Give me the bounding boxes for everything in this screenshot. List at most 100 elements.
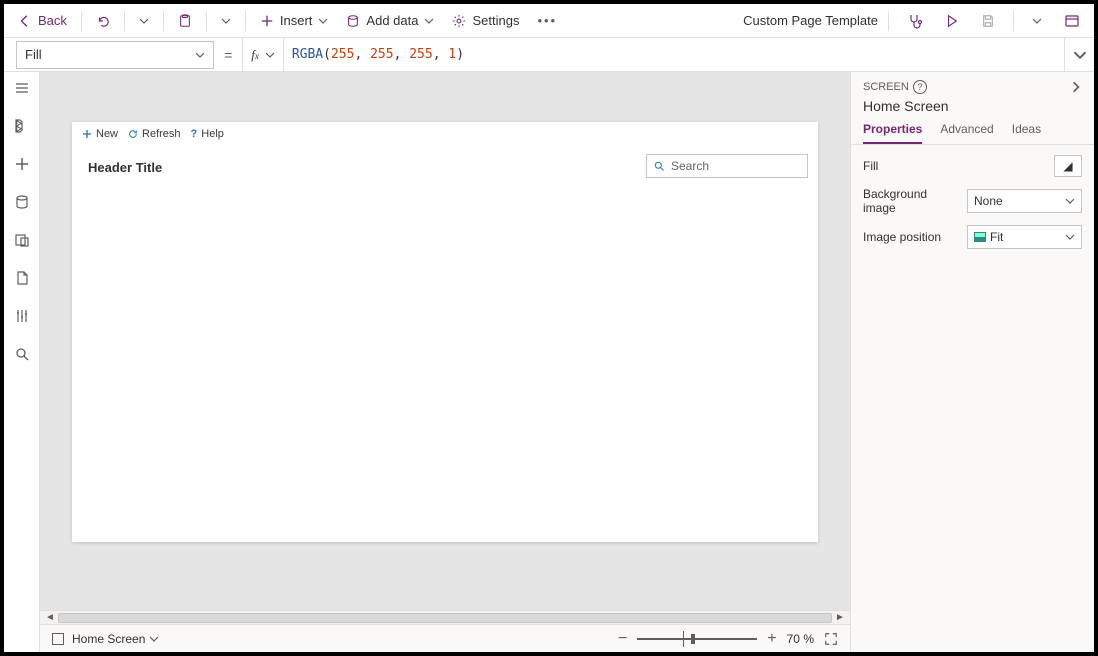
horizontal-scrollbar[interactable]: ◄ ► [40, 610, 850, 624]
fit-to-window-button[interactable] [824, 632, 838, 646]
screen-selector[interactable]: Home Screen [72, 632, 159, 646]
separator [163, 11, 164, 31]
zoom-out-button[interactable]: − [618, 630, 627, 648]
clipboard-icon [178, 14, 192, 28]
ellipsis-icon: ••• [537, 13, 557, 28]
insert-button[interactable]: Insert [252, 7, 337, 35]
fx-button[interactable]: fx [242, 38, 283, 71]
pane-tabs: Properties Advanced Ideas [851, 114, 1094, 145]
variables-rail-icon[interactable] [14, 270, 30, 286]
image-position-label: Image position [863, 230, 959, 244]
save-button[interactable] [973, 7, 1003, 35]
chevron-down-icon [265, 50, 275, 60]
gear-icon [452, 14, 466, 28]
settings-button[interactable]: Settings [444, 7, 527, 35]
collapse-pane-button[interactable] [1070, 81, 1082, 93]
back-label: Back [38, 13, 67, 28]
canvas-command-bar: New Refresh ? Help [82, 128, 224, 140]
insert-rail-icon[interactable] [14, 156, 30, 172]
insert-label: Insert [280, 13, 313, 28]
canvas-refresh-button[interactable]: Refresh [128, 128, 181, 140]
paint-icon: ◢ [1063, 159, 1072, 173]
more-button[interactable]: ••• [529, 7, 565, 35]
paste-button[interactable] [170, 7, 200, 35]
chevron-down-icon [1032, 16, 1042, 26]
bg-image-label: Background image [863, 187, 959, 215]
add-data-button[interactable]: Add data [338, 7, 442, 35]
left-tool-rail [4, 72, 40, 652]
scroll-left-arrow[interactable]: ◄ [44, 612, 56, 623]
status-bar: Home Screen − + 70 % [40, 624, 850, 652]
plus-icon [82, 129, 92, 139]
zoom-slider-thumb[interactable] [691, 634, 695, 644]
chevron-down-icon [195, 50, 205, 60]
settings-label: Settings [472, 13, 519, 28]
chevron-down-icon [1065, 196, 1075, 206]
checker-button[interactable] [899, 7, 931, 35]
page-title: Custom Page Template [743, 13, 878, 28]
expand-icon [824, 632, 838, 646]
canvas-help-button[interactable]: ? Help [191, 128, 224, 140]
plus-icon [260, 14, 274, 28]
chevron-down-icon [1073, 48, 1087, 62]
media-rail-icon[interactable] [14, 232, 30, 248]
undo-chevron[interactable] [131, 7, 157, 35]
canvas-new-button[interactable]: New [82, 128, 118, 140]
chevron-down-icon [1065, 232, 1075, 242]
property-selector[interactable]: Fill [16, 41, 214, 69]
data-rail-icon[interactable] [14, 194, 30, 210]
separator [888, 11, 889, 31]
back-button[interactable]: Back [10, 7, 75, 35]
hamburger-icon[interactable] [14, 80, 30, 96]
stethoscope-icon [907, 13, 923, 29]
play-icon [945, 14, 959, 28]
publish-icon [1064, 13, 1080, 29]
publish-button[interactable] [1056, 7, 1088, 35]
add-data-label: Add data [366, 13, 418, 28]
pane-section-label: SCREEN [863, 81, 909, 93]
chevron-down-icon [221, 16, 231, 26]
fill-property-label: Fill [863, 159, 959, 173]
tree-view-icon[interactable] [14, 118, 30, 134]
zoom-value: 70 % [787, 632, 814, 646]
search-rail-icon[interactable] [14, 346, 30, 362]
screen-checkbox[interactable] [52, 633, 64, 645]
fx-icon: fx [251, 47, 259, 63]
zoom-in-button[interactable]: + [767, 630, 776, 648]
tools-rail-icon[interactable] [14, 308, 30, 324]
separator [81, 11, 82, 31]
zoom-control: − + 70 % [618, 630, 838, 648]
undo-icon [96, 14, 110, 28]
paste-chevron[interactable] [213, 7, 239, 35]
scroll-right-arrow[interactable]: ► [834, 612, 846, 623]
refresh-icon [128, 129, 138, 139]
play-button[interactable] [937, 7, 967, 35]
separator [245, 11, 246, 31]
properties-pane: SCREEN ? Home Screen Properties Advanced… [850, 72, 1094, 652]
save-chevron[interactable] [1024, 7, 1050, 35]
help-icon[interactable]: ? [913, 80, 927, 94]
chevron-down-icon [149, 634, 159, 644]
scroll-track[interactable] [58, 613, 832, 623]
screen-canvas[interactable]: New Refresh ? Help Header Title Search [72, 122, 818, 542]
formula-fn: RGBA [292, 47, 323, 62]
fill-color-picker[interactable]: ◢ [1054, 155, 1082, 177]
tab-ideas[interactable]: Ideas [1012, 122, 1041, 144]
bg-image-select[interactable]: None [967, 189, 1082, 213]
arrow-left-icon [18, 14, 32, 28]
canvas-workspace: New Refresh ? Help Header Title Search [40, 72, 850, 652]
search-icon [653, 160, 665, 172]
canvas-search-input[interactable]: Search [646, 154, 808, 178]
formula-expand-button[interactable] [1064, 38, 1094, 71]
chevron-down-icon [139, 16, 149, 26]
zoom-slider-track[interactable] [637, 638, 757, 640]
tab-advanced[interactable]: Advanced [940, 122, 993, 144]
tab-properties[interactable]: Properties [863, 122, 922, 144]
image-position-select[interactable]: Fit [967, 225, 1082, 249]
undo-button[interactable] [88, 7, 118, 35]
chevron-right-icon [1070, 81, 1082, 93]
property-name: Fill [25, 47, 42, 62]
separator [1013, 11, 1014, 31]
chevron-down-icon [318, 16, 328, 26]
formula-input[interactable]: RGBA(255, 255, 255, 1) [283, 38, 1064, 71]
